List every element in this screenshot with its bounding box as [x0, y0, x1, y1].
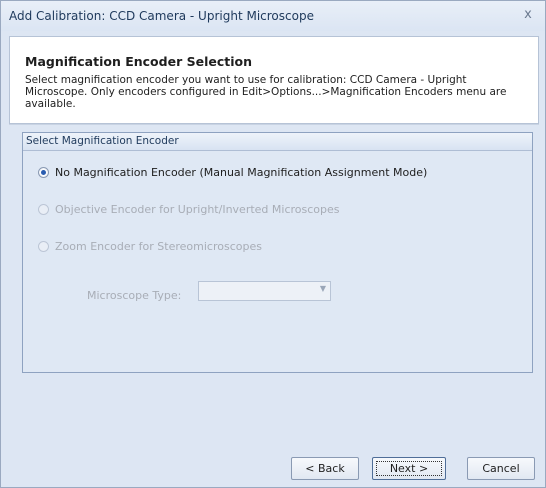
radio-label: No Magnification Encoder (Manual Magnifi…	[55, 166, 428, 179]
group-title: Select Magnification Encoder	[26, 135, 179, 147]
title-bar: Add Calibration: CCD Camera - Upright Mi…	[1, 1, 545, 31]
microscope-type-select[interactable]: ▼	[198, 281, 331, 301]
close-icon[interactable]: x	[519, 6, 537, 24]
radio-objective-encoder[interactable]: Objective Encoder for Upright/Inverted M…	[38, 202, 518, 218]
radio-label: Zoom Encoder for Stereomicroscopes	[55, 240, 262, 253]
cancel-button[interactable]: Cancel	[467, 457, 535, 480]
window-title: Add Calibration: CCD Camera - Upright Mi…	[9, 9, 314, 23]
page-title: Magnification Encoder Selection	[25, 54, 252, 69]
radio-zoom-encoder[interactable]: Zoom Encoder for Stereomicroscopes	[38, 239, 518, 255]
next-button[interactable]: Next >	[372, 457, 446, 480]
encoder-selection-group: Select Magnification Encoder No Magnific…	[22, 132, 533, 373]
page-description: Select magnification encoder you want to…	[25, 74, 507, 110]
radio-no-encoder[interactable]: No Magnification Encoder (Manual Magnifi…	[38, 165, 518, 181]
calibration-dialog: Add Calibration: CCD Camera - Upright Mi…	[0, 0, 546, 488]
microscope-type-label: Microscope Type:	[87, 289, 182, 302]
radio-selected-icon[interactable]	[38, 167, 49, 178]
back-button[interactable]: < Back	[291, 457, 359, 480]
header-divider	[9, 124, 539, 125]
radio-unselected-icon[interactable]	[38, 204, 49, 215]
radio-label: Objective Encoder for Upright/Inverted M…	[55, 203, 340, 216]
wizard-header: Magnification Encoder Selection Select m…	[9, 36, 539, 124]
next-button-label: Next >	[389, 462, 429, 475]
radio-unselected-icon[interactable]	[38, 241, 49, 252]
group-header: Select Magnification Encoder	[23, 133, 532, 151]
chevron-down-icon[interactable]: ▼	[320, 284, 326, 293]
